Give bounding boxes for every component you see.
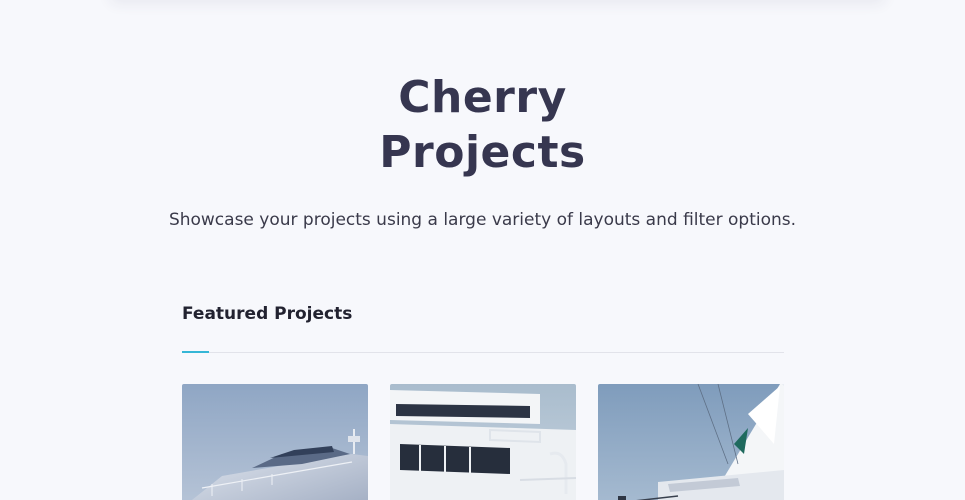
page-subtitle: Showcase your projects using a large var…	[168, 210, 797, 230]
page-title-line-2: Projects	[379, 127, 586, 178]
page: Cherry Projects Showcase your projects u…	[0, 0, 965, 500]
section-divider-accent	[182, 351, 209, 353]
project-card-yacht-deck[interactable]	[390, 384, 576, 500]
motor-yacht-photo	[182, 384, 368, 500]
project-card-motor-yacht[interactable]	[182, 384, 368, 500]
sailboat-photo	[598, 384, 784, 500]
page-title-line-1: Cherry	[398, 72, 567, 123]
page-title: Cherry Projects	[0, 70, 965, 180]
yacht-deck-photo	[390, 384, 576, 500]
featured-projects-heading: Featured Projects	[182, 304, 353, 324]
project-card-sailboat[interactable]	[598, 384, 784, 500]
section-divider	[182, 352, 784, 353]
